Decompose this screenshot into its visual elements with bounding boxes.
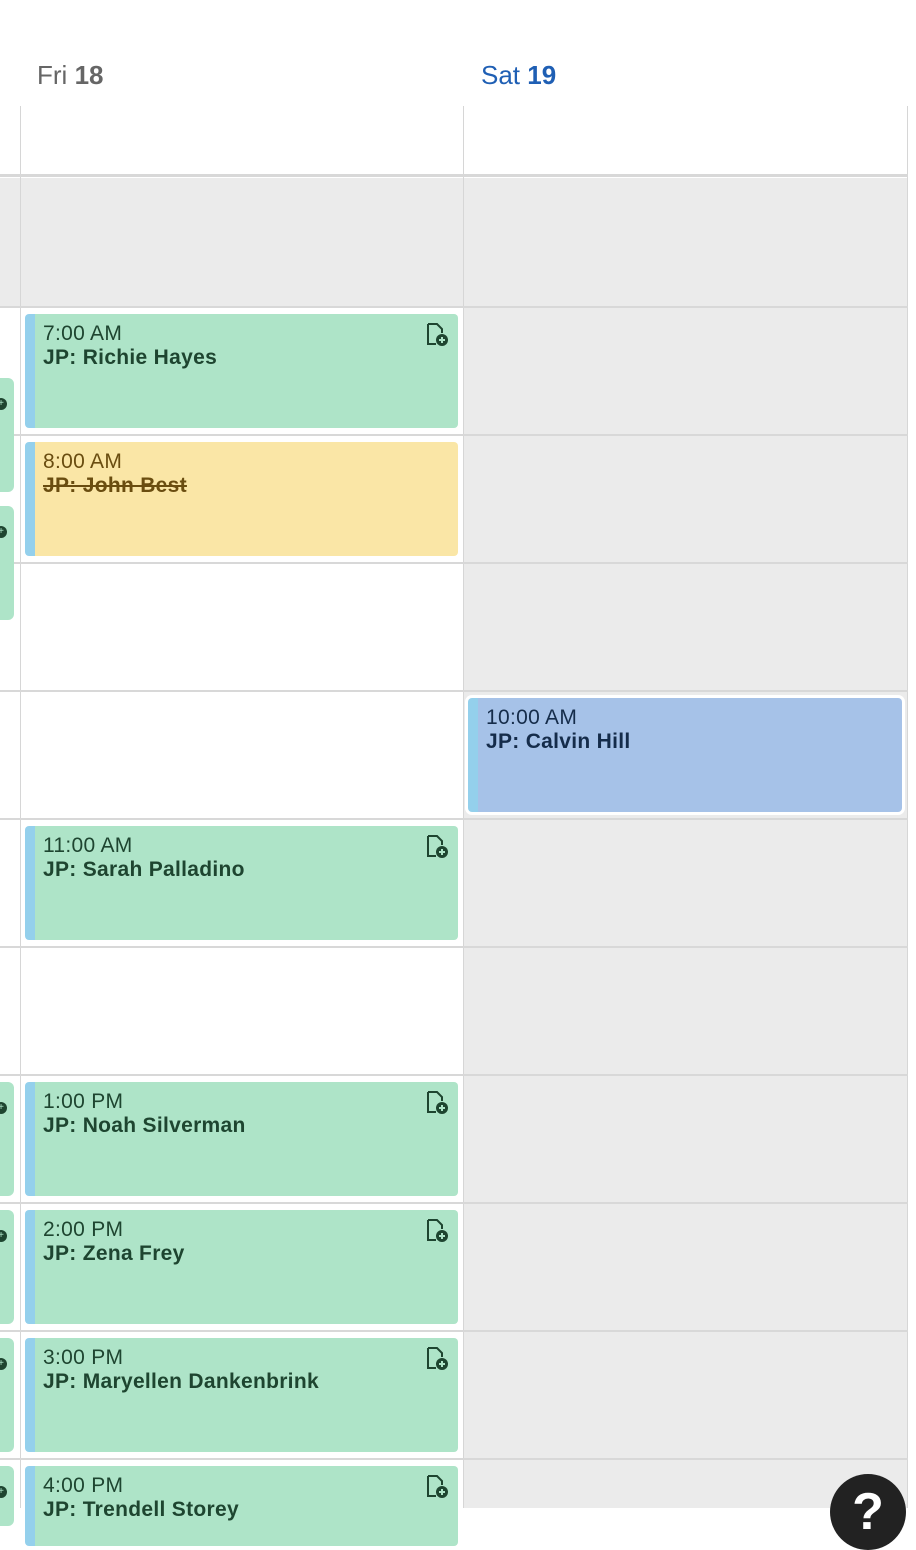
document-add-icon: + [0, 1230, 7, 1242]
column-divider [20, 106, 21, 1508]
hour-line [0, 306, 908, 308]
hour-line [0, 690, 908, 692]
hour-line [0, 1202, 908, 1204]
event-time: 7:00 AM [43, 322, 123, 345]
hour-line [0, 562, 908, 564]
event-title: JP: Maryellen Dankenbrink [43, 1370, 319, 1393]
event-title: JP: Trendell Storey [43, 1498, 239, 1521]
hour-line [0, 1458, 908, 1460]
document-add-icon[interactable] [424, 1346, 450, 1372]
hour-line [0, 434, 908, 436]
event-time: 10:00 AM [486, 706, 578, 729]
prev-day-event-stub[interactable]: + [0, 1082, 14, 1196]
prev-day-event-stub[interactable]: + [0, 506, 14, 620]
event-time: 2:00 PM [43, 1218, 124, 1241]
document-add-icon[interactable] [424, 322, 450, 348]
day-number: 19 [527, 60, 557, 90]
document-add-icon: + [0, 1486, 7, 1498]
calendar-event[interactable]: 2:00 PM JP: Zena Frey [25, 1210, 458, 1324]
day-name: Sat [481, 60, 521, 90]
day-name: Fri [37, 60, 68, 90]
document-add-icon[interactable] [424, 1090, 450, 1116]
help-button[interactable]: ? [830, 1474, 906, 1550]
prev-day-event-stub[interactable]: + [0, 1466, 14, 1526]
document-add-icon: + [0, 1358, 7, 1370]
prev-day-event-stub[interactable]: + [0, 1338, 14, 1452]
event-title: JP: Sarah Palladino [43, 858, 245, 881]
hour-line [0, 818, 908, 820]
event-time: 3:00 PM [43, 1346, 124, 1369]
hour-line [0, 946, 908, 948]
calendar-event[interactable]: 3:00 PM JP: Maryellen Dankenbrink [25, 1338, 458, 1452]
hour-line [0, 1074, 908, 1076]
column-divider [907, 106, 908, 1508]
event-time: 4:00 PM [43, 1474, 124, 1497]
calendar-event[interactable]: 7:00 AM JP: Richie Hayes [25, 314, 458, 428]
event-title: JP: Calvin Hill [486, 730, 631, 753]
document-add-icon[interactable] [424, 1218, 450, 1244]
calendar-event[interactable]: 1:00 PM JP: Noah Silverman [25, 1082, 458, 1196]
calendar-event-cancelled[interactable]: 8:00 AM JP: John Best [25, 442, 458, 556]
event-title: JP: Zena Frey [43, 1242, 185, 1265]
prev-day-event-stub[interactable]: + [0, 378, 14, 492]
event-title: JP: Richie Hayes [43, 346, 218, 369]
document-add-icon[interactable] [424, 834, 450, 860]
allday-divider [0, 174, 908, 177]
unavailable-band-sat [464, 306, 908, 1508]
help-icon: ? [852, 1483, 884, 1541]
day-header-sat[interactable]: Sat 19 [481, 60, 556, 91]
calendar-event[interactable]: 4:00 PM JP: Trendell Storey [25, 1466, 458, 1546]
event-title: JP: John Best [43, 474, 187, 497]
event-time: 8:00 AM [43, 450, 123, 473]
document-add-icon[interactable] [424, 1474, 450, 1500]
day-number: 18 [74, 60, 104, 90]
document-add-icon: + [0, 398, 7, 410]
prev-day-event-stub[interactable]: + [0, 1210, 14, 1324]
calendar-event-selected[interactable]: 10:00 AM JP: Calvin Hill [468, 698, 902, 812]
calendar-event[interactable]: 11:00 AM JP: Sarah Palladino [25, 826, 458, 940]
event-title: JP: Noah Silverman [43, 1114, 246, 1137]
unavailable-band [0, 178, 908, 306]
column-divider [463, 106, 464, 1508]
document-add-icon: + [0, 1102, 7, 1114]
document-add-icon: + [0, 526, 7, 538]
event-time: 1:00 PM [43, 1090, 124, 1113]
event-time: 11:00 AM [43, 834, 133, 857]
hour-line [0, 1330, 908, 1332]
day-header-fri[interactable]: Fri 18 [37, 60, 103, 91]
